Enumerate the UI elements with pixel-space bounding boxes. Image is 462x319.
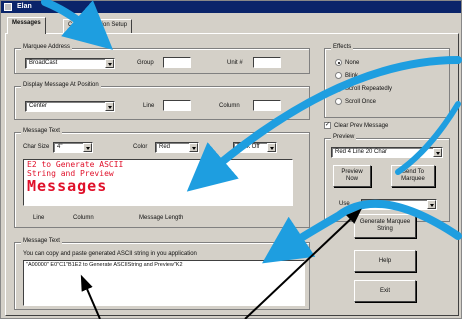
effect-scroll-repeatedly-label: Scroll Repeatedly <box>345 85 393 92</box>
window-title: Elan <box>17 3 32 10</box>
line-counter-label: Line <box>33 215 45 221</box>
column-label: Column <box>219 103 240 109</box>
preview-line-1: E2 to Generate ASCII <box>27 160 124 169</box>
radio-icon <box>335 85 342 92</box>
effects-group: Effects None Blink Scroll Repeatedly Scr… <box>324 44 450 118</box>
group-label: Group <box>137 60 154 66</box>
sign-type-value: Red 4 Line 20 Char <box>335 149 388 155</box>
char-size-value: 4" <box>57 144 63 150</box>
help-button[interactable]: Help <box>354 250 416 272</box>
blink-select[interactable]: Blink Off <box>233 142 277 153</box>
clear-prev-label: Clear Prev Message <box>334 122 389 129</box>
marquee-address-title: Marquee Address <box>21 44 73 50</box>
ascii-message-title: Message Text <box>21 238 62 244</box>
unit-label: Unit # <box>227 60 243 66</box>
blink-value: Blink Off <box>237 144 260 150</box>
position-value: Center <box>29 103 48 109</box>
message-length-label: Message Length <box>139 215 184 221</box>
radio-icon <box>335 72 342 79</box>
ascii-message-group: Message Text You can copy and paste gene… <box>14 238 310 310</box>
effects-title: Effects <box>331 44 354 50</box>
group-input[interactable] <box>163 57 191 68</box>
generate-marquee-string-button[interactable]: Generate Marquee String <box>354 214 416 238</box>
effect-blink-radio[interactable]: Blink <box>335 72 358 79</box>
preview-line-3: Messages <box>27 177 108 195</box>
line-input[interactable] <box>163 100 191 111</box>
effect-none-radio[interactable]: None <box>335 59 359 66</box>
com-port-select[interactable]: Com1 <box>361 199 437 210</box>
unit-input[interactable] <box>253 57 281 68</box>
title-bar: Elan <box>1 1 461 13</box>
effect-blink-label: Blink <box>345 72 359 79</box>
chevron-down-icon[interactable] <box>105 102 114 111</box>
tab-communication-setup[interactable]: Communication Setup <box>63 19 133 33</box>
effect-none-label: None <box>345 59 360 66</box>
ascii-string-box[interactable]: "A00000" E0"C1"B1E2 to Generate ASCIIStr… <box>23 260 305 306</box>
column-input[interactable] <box>253 100 281 111</box>
effect-scroll-once-label: Scroll Once <box>345 98 377 105</box>
message-text-title: Message Text <box>21 128 62 134</box>
chevron-down-icon[interactable] <box>433 148 442 157</box>
clear-prev-checkbox[interactable]: ✓ Clear Prev Message <box>324 122 388 129</box>
chevron-down-icon[interactable] <box>189 143 198 152</box>
message-text-group: Message Text Char Size 4" Color Red Blin… <box>14 128 310 228</box>
color-select[interactable]: Red <box>155 142 199 153</box>
use-label: Use <box>339 201 350 207</box>
com-port-value: Com1 <box>365 201 382 207</box>
checkmark-icon: ✓ <box>324 122 331 129</box>
ascii-string: "A00000" E0"C1"B1E2 to Generate ASCIIStr… <box>26 262 183 268</box>
messages-panel: Marquee Address BroadCast Group Unit # D… <box>5 33 459 316</box>
preview-now-button[interactable]: Preview Now <box>333 165 371 187</box>
line-label: Line <box>143 103 155 109</box>
effect-scroll-repeatedly-radio[interactable]: Scroll Repeatedly <box>335 85 392 92</box>
color-value: Red <box>159 144 171 150</box>
column-counter-label: Column <box>73 215 94 221</box>
color-label: Color <box>133 144 148 150</box>
sign-type-select[interactable]: Red 4 Line 20 Char <box>331 147 443 158</box>
tab-messages[interactable]: Messages <box>7 17 46 34</box>
display-position-title: Display Message At Position <box>21 82 101 88</box>
chevron-down-icon[interactable] <box>427 200 436 209</box>
effect-scroll-once-radio[interactable]: Scroll Once <box>335 98 376 105</box>
ascii-hint: You can copy and paste generated ASCII s… <box>23 251 197 257</box>
position-select[interactable]: Center <box>25 101 115 112</box>
app-icon <box>4 3 12 11</box>
radio-icon <box>335 98 342 105</box>
char-size-label: Char Size <box>23 144 50 150</box>
display-position-group: Display Message At Position Center Line … <box>14 82 310 120</box>
send-to-marquee-button[interactable]: Send To Marquee <box>391 165 435 187</box>
chevron-down-icon[interactable] <box>83 143 92 152</box>
radio-selected-icon <box>335 59 342 66</box>
chevron-down-icon[interactable] <box>267 143 276 152</box>
chevron-down-icon[interactable] <box>105 59 114 68</box>
exit-button[interactable]: Exit <box>354 280 416 302</box>
address-type-select[interactable]: BroadCast <box>25 58 115 69</box>
marquee-address-group: Marquee Address BroadCast Group Unit # <box>14 44 310 74</box>
application-window: Elan Messages Communication Setup Marque… <box>0 0 462 319</box>
address-type-value: BroadCast <box>29 60 58 66</box>
message-preview[interactable]: E2 to Generate ASCII String and Preview … <box>23 159 293 206</box>
preview-title: Preview <box>331 134 357 140</box>
char-size-select[interactable]: 4" <box>53 142 93 153</box>
preview-group: Preview Red 4 Line 20 Char Preview Now S… <box>324 134 450 222</box>
